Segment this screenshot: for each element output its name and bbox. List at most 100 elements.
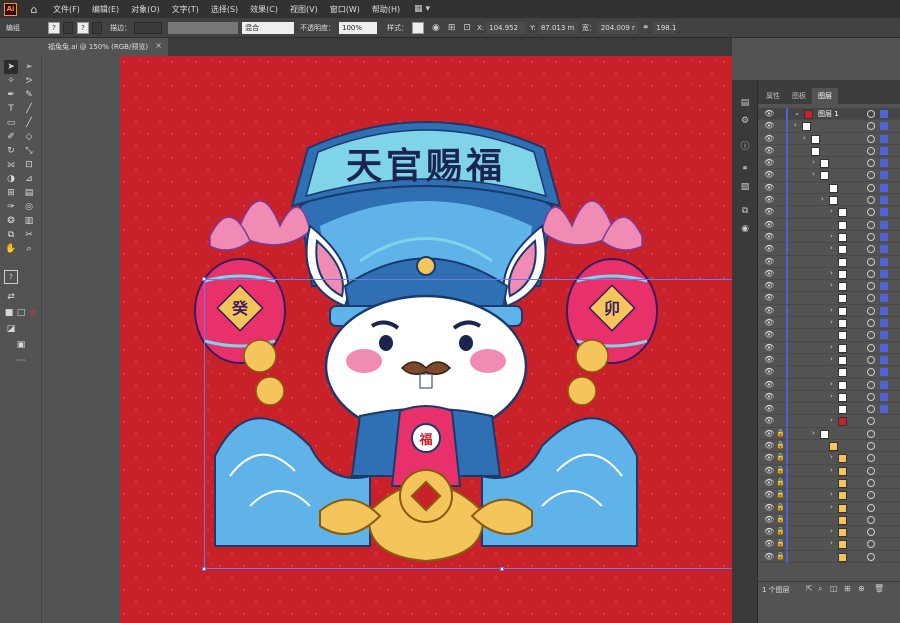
visibility-icon[interactable]: 👁 [764,330,774,339]
layer-row[interactable]: 👁 [758,218,900,231]
expand-icon[interactable]: › [803,134,806,142]
selection-indicator[interactable] [880,122,888,131]
visibility-icon[interactable]: 👁 [764,109,774,118]
new-layer-icon[interactable]: ⊕ [858,584,865,593]
opacity-field[interactable]: 100% [339,21,377,34]
visibility-icon[interactable]: 👁 [764,146,774,155]
expand-icon[interactable]: › [830,416,833,424]
visibility-icon[interactable]: 👁 [764,244,774,253]
visibility-icon[interactable]: 👁 [764,121,774,130]
expand-icon[interactable]: › [812,158,815,166]
layer-row[interactable]: 👁 🔒 › [758,489,900,502]
y-field[interactable]: 87.013 m [537,21,578,34]
export-icon[interactable]: ⇱ [806,584,813,593]
expand-icon[interactable]: › [830,466,833,474]
fill-swatch[interactable]: ? [48,21,60,34]
visibility-icon[interactable]: 👁 [764,134,774,143]
layer-row[interactable]: 👁 [758,329,900,342]
target-icon[interactable] [867,417,875,426]
target-icon[interactable] [867,540,875,549]
target-icon[interactable] [867,196,875,205]
workspace-grid-icon[interactable]: ▦ ▾ [414,4,430,14]
selection-indicator[interactable] [880,110,888,118]
link-icon[interactable]: ⚭ [642,23,650,33]
visibility-icon[interactable]: 👁 [764,220,774,229]
mesh-tool-icon[interactable]: ⊞ [4,186,18,200]
menu-edit[interactable]: 编辑(E) [92,4,119,15]
target-icon[interactable] [867,429,875,438]
perspective-grid-icon[interactable]: ⊿ [22,172,36,186]
rectangle-tool-icon[interactable]: ▭ [4,116,18,130]
transform-icon[interactable]: ⊡ [463,23,471,33]
target-icon[interactable] [867,466,875,475]
expand-icon[interactable]: › [830,453,833,461]
scale-tool-icon[interactable]: ⤡ [22,144,36,158]
handle-bottom-left[interactable] [202,567,206,571]
expand-icon[interactable]: › [830,232,833,240]
layer-row[interactable]: 👁 [758,144,900,158]
selection-indicator[interactable] [880,171,888,180]
expand-icon[interactable]: › [821,195,824,203]
visibility-icon[interactable]: 👁 [764,183,774,192]
target-icon[interactable] [867,355,875,364]
layer-row[interactable]: 👁 › [758,341,900,354]
selection-indicator[interactable] [880,306,888,315]
layer-row[interactable]: 👁 › [758,230,900,244]
layer-row[interactable]: 👁 🔒 › [758,464,900,477]
target-icon[interactable] [867,331,875,340]
zoom-tool-icon[interactable]: ⌕ [22,242,36,256]
target-icon[interactable] [867,368,875,377]
selection-indicator[interactable] [880,319,888,328]
magic-wand-icon[interactable]: ✧ [4,74,18,88]
transform-panel-icon[interactable]: ⧉ [738,204,752,218]
free-transform-icon[interactable]: ⊡ [22,158,36,172]
selection-indicator[interactable] [880,146,888,155]
target-icon[interactable] [867,208,875,217]
visibility-icon[interactable]: 👁 [764,367,774,376]
swap-icon[interactable]: ⇄ [4,290,18,304]
tab-properties[interactable]: 属性 [760,88,786,104]
target-icon[interactable] [867,282,875,291]
visibility-icon[interactable]: 👁 [764,515,774,524]
visibility-icon[interactable]: 👁 [764,380,774,389]
selection-indicator[interactable] [880,196,888,205]
layer-row[interactable]: 👁 🔒 [758,513,900,527]
visibility-icon[interactable]: 👁 [764,170,774,179]
target-icon[interactable] [867,491,875,500]
target-icon[interactable] [867,220,875,229]
layer-row[interactable]: 👁 › [758,243,900,256]
expand-icon[interactable]: › [830,281,833,289]
layer-row[interactable]: 👁 [758,292,900,305]
gradient-tool-icon[interactable]: ▤ [22,186,36,200]
expand-icon[interactable]: › [830,490,833,498]
fill-dropdown[interactable] [63,21,73,34]
visibility-icon[interactable]: 👁 [764,257,774,266]
visibility-icon[interactable]: 👁 [764,466,774,475]
eyedropper-icon[interactable]: ✑ [4,200,18,214]
visibility-icon[interactable]: 👁 [764,318,774,327]
lock-icon[interactable]: 🔒 [776,478,785,486]
target-icon[interactable] [867,343,875,352]
selection-indicator[interactable] [880,368,888,377]
shape-builder-icon[interactable]: ◑ [4,172,18,186]
lock-icon[interactable]: 🔒 [776,527,785,535]
layer-row[interactable]: 👁 › [758,353,900,367]
properties-panel-icon[interactable]: ▤ [738,96,752,110]
layer-row[interactable]: 👁 › [758,194,900,207]
target-icon[interactable] [867,257,875,266]
pen-tool-icon[interactable]: ✒ [4,88,18,102]
visibility-icon[interactable]: 👁 [764,306,774,315]
screen-mode-icon[interactable]: ▣ [14,338,28,352]
layer-row[interactable]: 👁 [758,181,900,195]
symbol-sprayer-icon[interactable]: ❂ [4,214,18,228]
layer-row[interactable]: 👁 🔒 › [758,538,900,551]
target-icon[interactable] [867,528,875,537]
layer-row[interactable]: 👁 › [758,304,900,318]
menu-file[interactable]: 文件(F) [53,4,80,15]
target-icon[interactable] [867,245,875,254]
visibility-icon[interactable]: 👁 [764,293,774,302]
target-icon[interactable] [867,515,875,524]
layer-row[interactable]: 👁 › [758,378,900,391]
selection-indicator[interactable] [880,405,888,414]
lock-icon[interactable]: 🔒 [776,503,785,511]
